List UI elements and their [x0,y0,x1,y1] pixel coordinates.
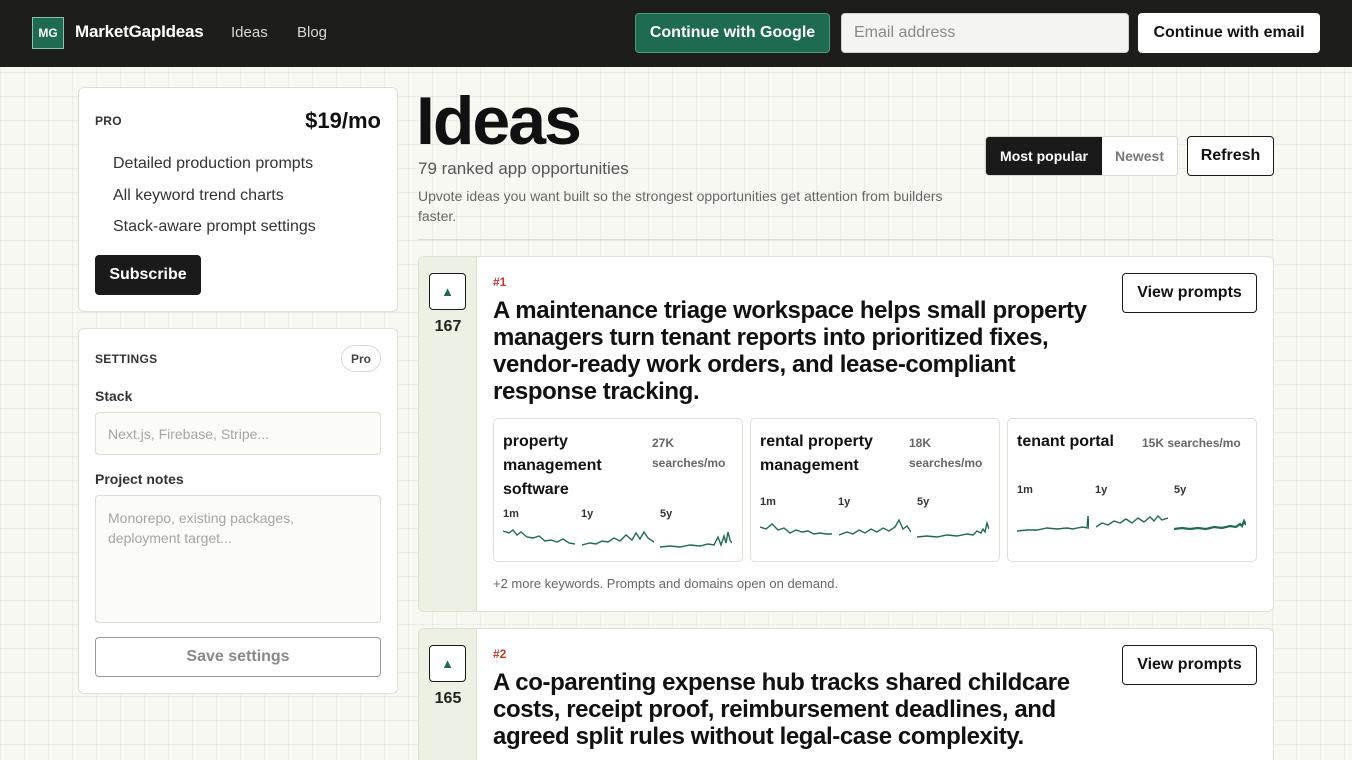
vote-column: ▲ 165 [419,629,477,760]
keyword-name: tenant portal [1017,433,1114,450]
trend-1y-chart [1096,514,1168,528]
keyword-name: rental property management [760,433,873,474]
refresh-button[interactable]: Refresh [1187,136,1274,176]
nav-blog-link[interactable]: Blog [297,24,327,41]
top-navbar: MG MarketGapIdeas Ideas Blog Continue wi… [0,0,1352,67]
vote-count: 167 [434,318,462,335]
trend-5y-chart [1174,518,1246,531]
idea-title: A co-parenting expense hub tracks shared… [493,669,1070,750]
pro-badge: Pro [341,345,381,372]
upvote-button[interactable]: ▲ [429,645,466,682]
trend-1m-label: 1m [1017,484,1033,496]
trend-1y-label: 1y [581,508,594,520]
sort-most-popular-button[interactable]: Most popular [986,137,1102,175]
project-notes-label: Project notes [95,471,184,487]
vote-count: 165 [434,690,462,707]
header-divider [418,239,1274,240]
nav-ideas-link[interactable]: Ideas [231,24,268,41]
idea-card: ▲ 165 #2 A co-parenting expense hub trac… [418,628,1274,760]
page-title: Ideas [416,83,582,159]
trend-1m-label: 1m [760,496,776,508]
logo-icon[interactable]: MG [32,17,64,49]
trend-5y-chart [660,531,732,548]
page-description: Upvote ideas you want built so the stron… [418,188,943,224]
subscribe-button[interactable]: Subscribe [95,255,201,295]
keyword-volume: 18K searches/mo [909,436,983,470]
idea-title: A maintenance triage workspace helps sma… [493,297,1087,405]
upvote-button[interactable]: ▲ [429,273,466,310]
idea-rank: #2 [493,647,507,661]
trend-1y-label: 1y [838,496,851,508]
keyword-card: property management software 27K searche… [493,418,743,562]
keyword-volume: 15K searches/mo [1142,436,1241,450]
keyword-volume: 27K searches/mo [652,436,726,470]
more-keywords-note: +2 more keywords. Prompts and domains op… [493,576,839,591]
brand-name[interactable]: MarketGapIdeas [75,22,204,42]
stack-input[interactable] [95,412,381,455]
trend-1m-chart [760,523,832,535]
save-settings-button[interactable]: Save settings [95,637,381,677]
pro-plan-price: $19/mo [305,108,381,133]
idea-rank: #1 [493,275,507,289]
email-input[interactable] [841,13,1129,53]
settings-card: SETTINGS Pro Stack Project notes Save se… [78,328,398,694]
trend-5y-label: 5y [660,508,673,520]
keyword-card: tenant portal 15K searches/mo 1m 1y 5y [1007,418,1257,562]
settings-heading: SETTINGS [95,352,158,366]
trend-1y-chart [582,530,654,546]
trend-5y-chart [917,520,989,538]
project-notes-textarea[interactable] [95,495,381,623]
continue-with-google-button[interactable]: Continue with Google [635,13,830,53]
trend-5y-label: 5y [1174,484,1187,496]
trend-1m-label: 1m [503,508,519,520]
pro-feature-item: All keyword trend charts [113,187,284,204]
view-prompts-button[interactable]: View prompts [1122,273,1257,313]
trend-1y-label: 1y [1095,484,1108,496]
idea-card: ▲ 167 #1 A maintenance triage workspace … [418,256,1274,612]
vote-column: ▲ 167 [419,257,477,611]
pro-plan-label: PRO [95,114,122,128]
pro-plan-card: PRO $19/mo Detailed production prompts A… [78,87,398,312]
trend-1m-chart [1017,515,1089,532]
keyword-name: property management software [503,433,602,498]
view-prompts-button[interactable]: View prompts [1122,645,1257,685]
trend-1y-chart [839,518,911,536]
pro-feature-item: Detailed production prompts [113,155,314,172]
stack-label: Stack [95,388,133,404]
continue-with-email-button[interactable]: Continue with email [1138,13,1320,53]
trend-5y-label: 5y [917,496,930,508]
sort-toggle: Most popular Newest [985,136,1178,176]
pro-feature-item: Stack-aware prompt settings [113,218,316,235]
ideas-count: 79 ranked app opportunities [418,159,629,178]
keyword-card: rental property management 18K searches/… [750,418,1000,562]
trend-1m-chart [503,529,575,545]
sort-newest-button[interactable]: Newest [1102,137,1177,175]
